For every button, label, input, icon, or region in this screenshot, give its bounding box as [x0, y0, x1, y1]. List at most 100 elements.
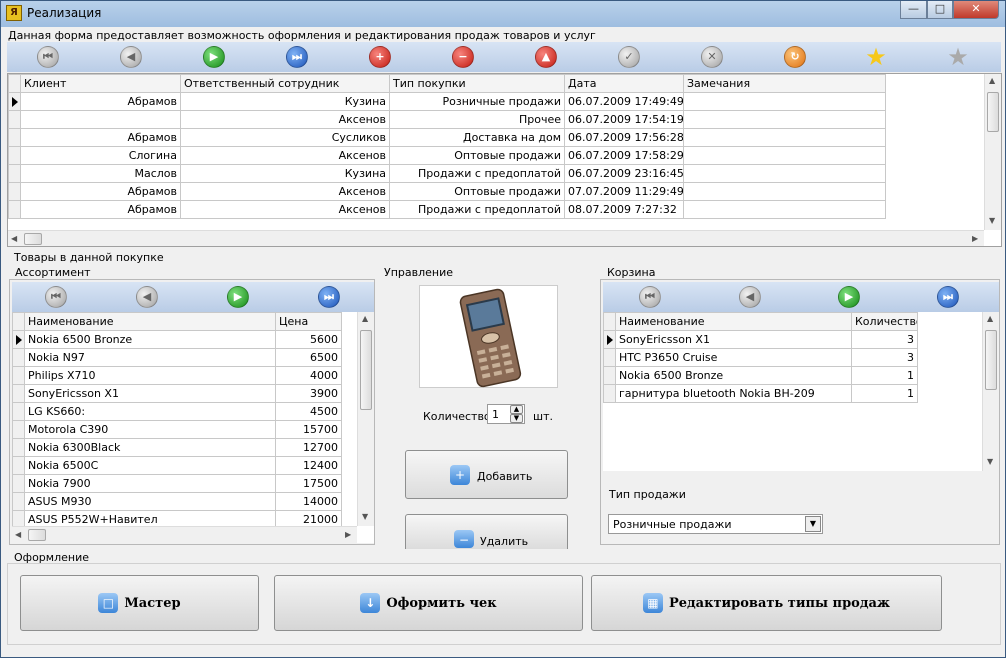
- post-record-icon[interactable]: ✓: [618, 46, 640, 68]
- table-row[interactable]: Аксенов Прочее 06.07.2009 17:54:19: [8, 110, 886, 129]
- scroll-thumb[interactable]: [24, 233, 42, 245]
- last-record-icon[interactable]: ⏭: [318, 286, 340, 308]
- first-record-icon[interactable]: ⏮: [639, 286, 661, 308]
- col-client[interactable]: Клиент: [20, 74, 181, 93]
- sales-vertical-scrollbar[interactable]: ▲ ▼: [984, 74, 1001, 230]
- sale-type-value: Розничные продажи: [613, 518, 732, 531]
- last-record-icon[interactable]: ⏭: [937, 286, 959, 308]
- cancel-record-icon[interactable]: ✕: [701, 46, 723, 68]
- col-remarks[interactable]: Замечания: [683, 74, 886, 93]
- table-row[interactable]: SonyEricsson X1 3900: [12, 384, 342, 403]
- col-date[interactable]: Дата: [564, 74, 684, 93]
- goods-group-label: Товары в данной покупке: [14, 251, 164, 264]
- prior-record-icon[interactable]: ◀: [739, 286, 761, 308]
- table-row[interactable]: SonyEricsson X1 3: [603, 330, 918, 349]
- maximize-button[interactable]: □: [927, 1, 953, 19]
- sales-horizontal-scrollbar[interactable]: ◀ ▶: [8, 230, 984, 246]
- table-row[interactable]: HTC P3650 Cruise 3: [603, 348, 918, 367]
- scroll-down-icon[interactable]: ▼: [362, 512, 368, 521]
- table-row[interactable]: Philips X710 4000: [12, 366, 342, 385]
- add-button[interactable]: + Добавить: [405, 450, 568, 499]
- cart-label: Корзина: [607, 266, 656, 279]
- assortment-grid[interactable]: Наименование Цена Nokia 6500 Bronze 5600 N…: [12, 312, 374, 543]
- table-row[interactable]: Nokia 6300Black 12700: [12, 438, 342, 457]
- last-record-icon[interactable]: ⏭: [286, 46, 308, 68]
- sale-type-label: Тип продажи: [609, 488, 686, 501]
- download-icon: ↓: [360, 593, 381, 613]
- scroll-right-icon[interactable]: ▶: [972, 234, 978, 243]
- quantity-value: 1: [492, 408, 499, 421]
- scroll-thumb[interactable]: [360, 330, 372, 410]
- title-bar: Я Реализация — □ ✕: [1, 1, 1005, 27]
- scroll-left-icon[interactable]: ◀: [15, 530, 21, 539]
- edit-record-icon[interactable]: ▲: [535, 46, 557, 68]
- scroll-down-icon[interactable]: ▼: [989, 216, 995, 225]
- table-row[interactable]: Абрамов Сусликов Доставка на дом 06.07.2009…: [8, 128, 886, 147]
- scroll-left-icon[interactable]: ◀: [11, 234, 17, 243]
- table-row[interactable]: Слогина Аксенов Оптовые продажи 06.07.2009 …: [8, 146, 886, 165]
- minimize-button[interactable]: —: [900, 1, 927, 19]
- remove-button[interactable]: − Удалить: [405, 514, 568, 549]
- scroll-thumb[interactable]: [987, 92, 999, 132]
- next-record-icon[interactable]: ▶: [227, 286, 249, 308]
- table-row[interactable]: Абрамов Аксенов Продажи с предоплатой 08.07…: [8, 200, 886, 219]
- col-employee[interactable]: Ответственный сотрудник: [180, 74, 390, 93]
- table-row[interactable]: Nokia 6500 Bronze 1: [603, 366, 918, 385]
- remove-bookmark-icon[interactable]: ★: [947, 45, 969, 69]
- first-record-icon[interactable]: ⏮: [37, 46, 59, 68]
- insert-record-icon[interactable]: +: [369, 46, 391, 68]
- cart-vertical-scrollbar[interactable]: ▲ ▼: [982, 312, 999, 471]
- assortment-vertical-scrollbar[interactable]: ▲ ▼: [357, 312, 374, 526]
- master-button[interactable]: □ Мастер: [20, 575, 259, 631]
- scroll-up-icon[interactable]: ▲: [362, 314, 368, 323]
- sales-grid[interactable]: Клиент Ответственный сотрудник Тип покуп…: [7, 73, 1002, 247]
- table-row[interactable]: Nokia 7900 17500: [12, 474, 342, 493]
- issue-receipt-label: Оформить чек: [386, 595, 497, 611]
- sale-type-select[interactable]: Розничные продажи ▼: [608, 514, 823, 534]
- bookmark-star-icon[interactable]: ★: [865, 45, 887, 69]
- quantity-stepper[interactable]: 1 ▲ ▼: [487, 404, 525, 424]
- scroll-up-icon[interactable]: ▲: [989, 76, 995, 85]
- assortment-navigator: ⏮ ◀ ▶ ⏭: [12, 282, 374, 312]
- delete-record-icon[interactable]: −: [452, 46, 474, 68]
- cart-panel: ⏮ ◀ ▶ ⏭ Наименование Количество SonyErics…: [600, 279, 1000, 545]
- cart-grid[interactable]: Наименование Количество SonyEricsson X1 3 …: [603, 312, 999, 471]
- stepper-up-icon[interactable]: ▲: [510, 405, 523, 414]
- assortment-horizontal-scrollbar[interactable]: ◀ ▶: [12, 526, 357, 543]
- refresh-icon[interactable]: ↻: [784, 46, 806, 68]
- table-row[interactable]: Абрамов Кузина Розничные продажи 06.07.2009…: [8, 92, 886, 111]
- table-row[interactable]: Абрамов Аксенов Оптовые продажи 07.07.2009 …: [8, 182, 886, 201]
- table-row[interactable]: ASUS M930 14000: [12, 492, 342, 511]
- remove-from-cart-icon: −: [454, 530, 474, 548]
- scroll-right-icon[interactable]: ▶: [345, 530, 351, 539]
- col-price[interactable]: Цена: [275, 312, 342, 331]
- table-row[interactable]: Nokia 6500C 12400: [12, 456, 342, 475]
- first-record-icon[interactable]: ⏮: [45, 286, 67, 308]
- chevron-down-icon[interactable]: ▼: [805, 516, 821, 532]
- table-row[interactable]: Nokia 6500 Bronze 5600: [12, 330, 342, 349]
- stepper-down-icon[interactable]: ▼: [510, 414, 523, 423]
- scroll-up-icon[interactable]: ▲: [987, 314, 993, 323]
- phone-image: [459, 288, 522, 388]
- scroll-thumb[interactable]: [985, 330, 997, 390]
- table-row[interactable]: Nokia N97 6500: [12, 348, 342, 367]
- col-name[interactable]: Наименование: [615, 312, 852, 331]
- edit-sale-types-button[interactable]: ▦ Редактировать типы продаж: [591, 575, 942, 631]
- prior-record-icon[interactable]: ◀: [120, 46, 142, 68]
- next-record-icon[interactable]: ▶: [203, 46, 225, 68]
- prior-record-icon[interactable]: ◀: [136, 286, 158, 308]
- col-quantity[interactable]: Количество: [851, 312, 918, 331]
- scroll-down-icon[interactable]: ▼: [987, 457, 993, 466]
- table-row[interactable]: Motorola C390 15700: [12, 420, 342, 439]
- col-name[interactable]: Наименование: [24, 312, 276, 331]
- close-button[interactable]: ✕: [953, 1, 999, 19]
- col-purchase-type[interactable]: Тип покупки: [389, 74, 565, 93]
- scroll-thumb[interactable]: [28, 529, 46, 541]
- quantity-label: Количество: [423, 410, 491, 423]
- table-row[interactable]: Маслов Кузина Продажи с предоплатой 06.07.2…: [8, 164, 886, 183]
- table-row[interactable]: LG KS660: 4500: [12, 402, 342, 421]
- main-window: Я Реализация — □ ✕ Данная форма предоста…: [0, 0, 1006, 658]
- table-row[interactable]: гарнитура bluetooth Nokia BH-209 1: [603, 384, 918, 403]
- issue-receipt-button[interactable]: ↓ Оформить чек: [274, 575, 583, 631]
- next-record-icon[interactable]: ▶: [838, 286, 860, 308]
